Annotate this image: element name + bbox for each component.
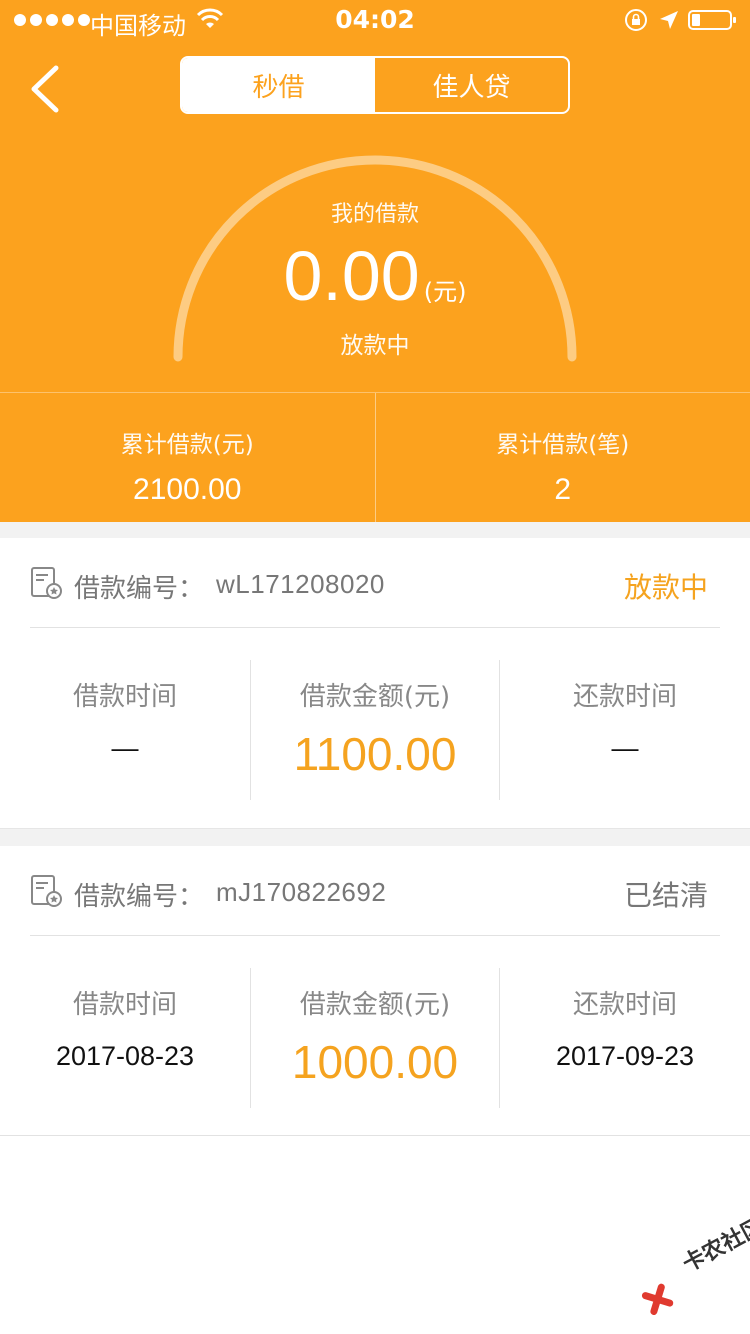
- repay-time-col: 还款时间 —: [500, 628, 750, 830]
- my-loan-amount-wrap: 0.00 (元): [0, 236, 750, 316]
- loan-status: 已结清: [623, 879, 708, 912]
- loan-number-label: 借款编号：: [74, 574, 205, 604]
- loan-card-body: 借款时间 2017-08-23 借款金额(元) 1000.00 还款时间 201…: [0, 936, 750, 1138]
- borrow-time-label: 借款时间: [72, 682, 177, 712]
- status-bar: 中国移动 04:02: [0, 0, 750, 40]
- stat-label: 累计借款(笔): [496, 432, 630, 458]
- loan-card-body: 借款时间 — 借款金额(元) 1100.00 还款时间 —: [0, 628, 750, 830]
- my-loan-unit: (元): [423, 278, 467, 306]
- repay-time-value: —: [611, 733, 639, 763]
- stat-value: 2: [554, 473, 572, 506]
- stat-total-count: 累计借款(笔) 2: [374, 393, 750, 522]
- product-tabs: 秒借 佳人贷: [180, 56, 570, 114]
- loan-document-icon: [31, 875, 62, 907]
- tab-jiarendai[interactable]: 佳人贷: [375, 58, 568, 112]
- location-arrow-icon: [660, 11, 678, 29]
- loan-amount-col: 借款金额(元) 1100.00: [250, 628, 500, 830]
- borrow-time-col: 借款时间 2017-08-23: [0, 936, 250, 1138]
- my-loan-amount: 0.00: [283, 237, 420, 315]
- loan-amount-label: 借款金额(元): [299, 682, 451, 712]
- loan-card-header: 借款编号： wL171208020 放款中: [30, 538, 720, 628]
- stat-total-amount: 累计借款(元) 2100.00: [0, 393, 375, 522]
- borrow-time-col: 借款时间 —: [0, 628, 250, 830]
- header: 中国移动 04:02 秒借 佳人贷 我的借款 0.00 (元) 放款中 累计借款…: [0, 0, 750, 522]
- tab-miaojie[interactable]: 秒借: [182, 58, 375, 112]
- repay-time-value: 2017-09-23: [555, 1041, 695, 1071]
- loan-amount-col: 借款金额(元) 1000.00: [250, 936, 500, 1138]
- rotation-lock-icon: [625, 9, 647, 31]
- stat-label: 累计借款(元): [120, 432, 254, 458]
- my-loan-status: 放款中: [340, 333, 410, 359]
- loan-card-header: 借款编号： mJ170822692 已结清: [30, 846, 720, 936]
- battery-icon: [688, 10, 736, 30]
- section-divider: [0, 828, 750, 846]
- loan-card[interactable]: 借款编号： wL171208020 放款中 借款时间 — 借款金额(元) 110…: [0, 538, 750, 830]
- loan-stats: 累计借款(元) 2100.00 累计借款(笔) 2: [0, 392, 750, 522]
- section-divider: [0, 522, 750, 538]
- loan-amount-value: 1000.00: [291, 1036, 459, 1088]
- borrow-time-value: 2017-08-23: [55, 1041, 195, 1071]
- loan-number-value: wL171208020: [216, 569, 385, 599]
- loan-number-value: mJ170822692: [216, 877, 387, 907]
- back-arrow-icon[interactable]: [26, 62, 66, 116]
- loan-amount-label: 借款金额(元): [299, 990, 451, 1020]
- repay-time-label: 还款时间: [572, 990, 677, 1020]
- stat-value: 2100.00: [133, 473, 242, 506]
- loan-status: 放款中: [623, 571, 708, 604]
- repay-time-col: 还款时间 2017-09-23: [500, 936, 750, 1138]
- loan-number-label: 借款编号：: [74, 882, 205, 912]
- loan-amount-value: 1100.00: [293, 728, 457, 780]
- borrow-time-value: —: [111, 733, 139, 763]
- loan-card[interactable]: 借款编号： mJ170822692 已结清 借款时间 2017-08-23 借款…: [0, 846, 750, 1136]
- borrow-time-label: 借款时间: [72, 990, 177, 1020]
- my-loan-label: 我的借款: [330, 202, 419, 227]
- loan-document-icon: [31, 567, 62, 599]
- repay-time-label: 还款时间: [572, 682, 677, 712]
